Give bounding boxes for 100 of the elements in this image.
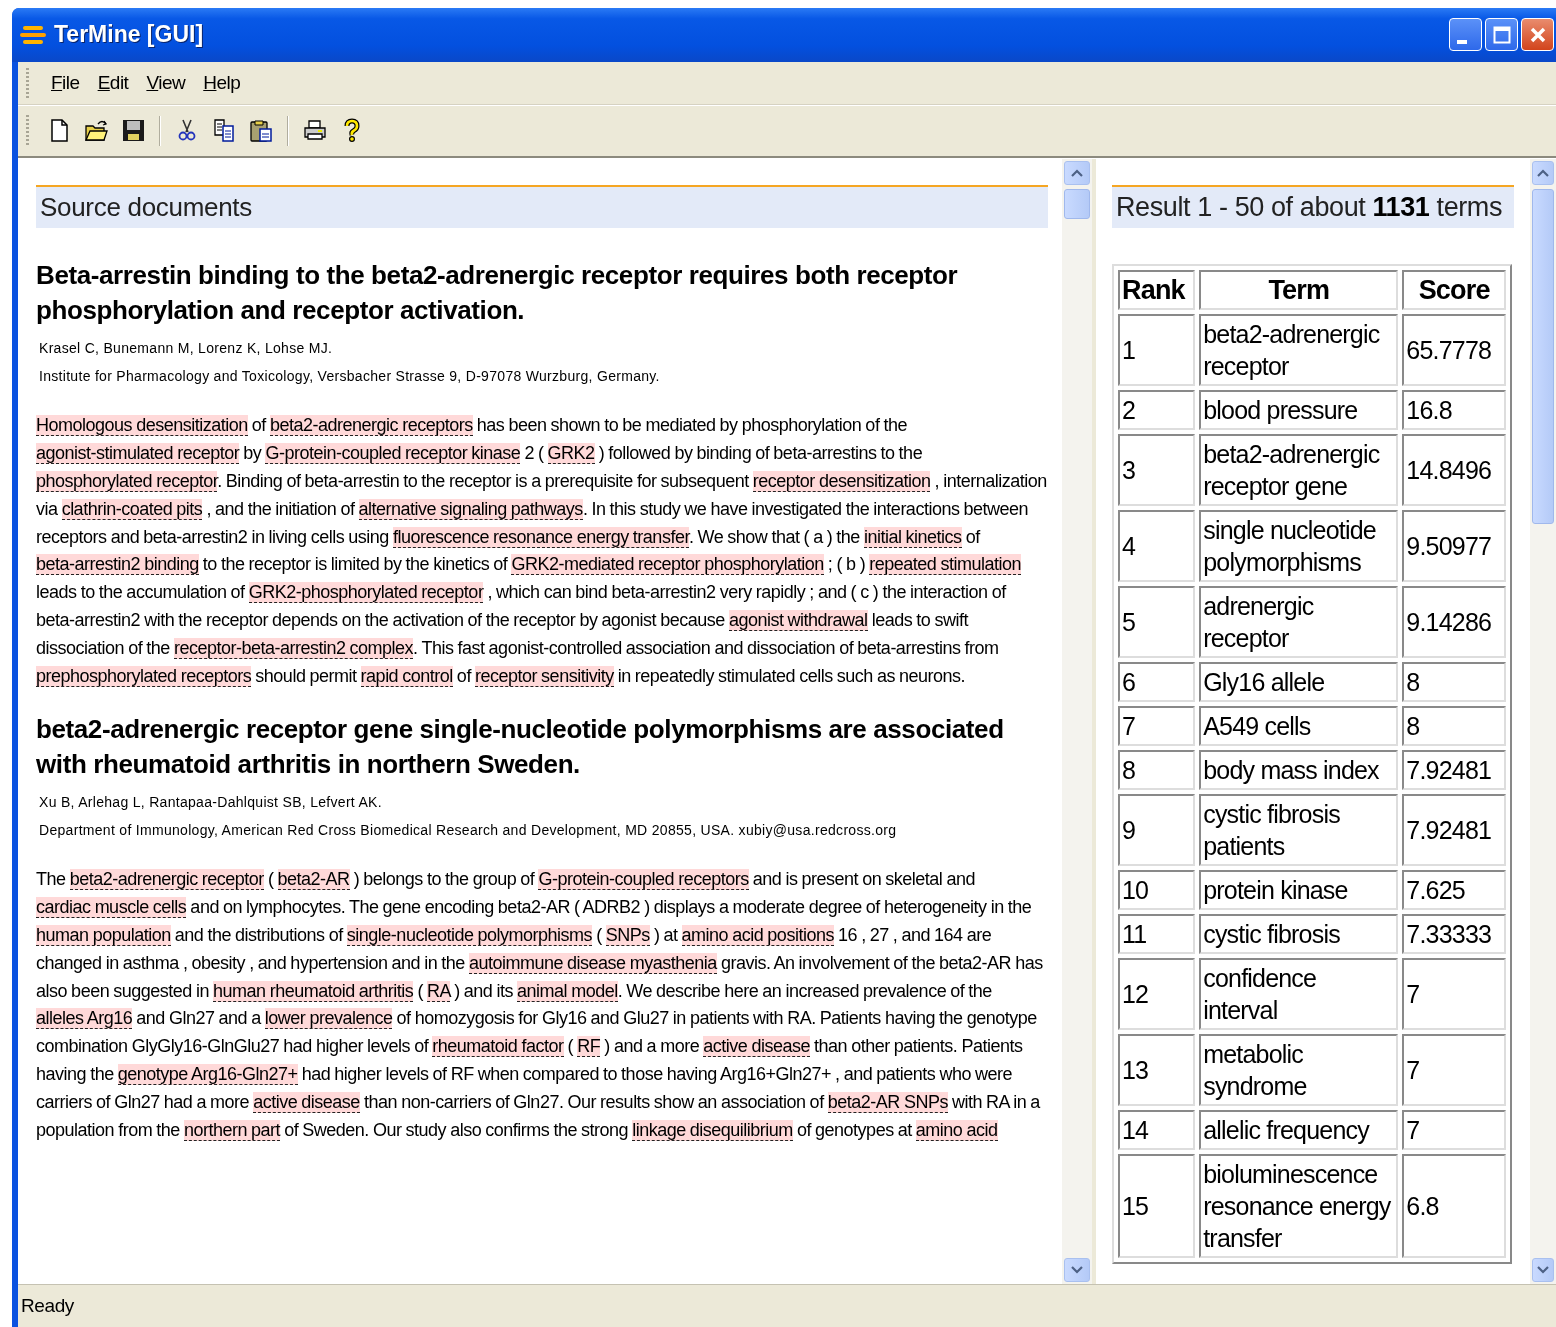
term-cell: beta2-adrenergic receptor — [1199, 314, 1399, 387]
term-cell: beta2-adrenergic receptor gene — [1199, 434, 1399, 507]
chevron-down-icon — [1537, 1266, 1549, 1275]
score-cell: 6.8 — [1402, 1154, 1506, 1259]
highlighted-term: active disease — [253, 1091, 360, 1113]
term-cell: A549 cells — [1199, 706, 1399, 747]
score-cell: 65.7778 — [1402, 314, 1506, 387]
document-authors: Krasel C, Bunemann M, Lorenz K, Lohse MJ. — [39, 339, 334, 359]
term-cell: Gly16 allele — [1199, 662, 1399, 703]
highlighted-term: G-protein-coupled receptor kinase — [265, 443, 521, 465]
rank-cell: 12 — [1118, 958, 1196, 1031]
scrollbar-thumb[interactable] — [1064, 189, 1090, 220]
term-cell: confidence interval — [1199, 958, 1399, 1031]
rank-cell: 8 — [1118, 750, 1196, 791]
highlighted-term: beta2-adrenergic receptors — [269, 415, 473, 437]
highlighted-term: SNPs — [605, 925, 650, 946]
menu-item[interactable]: View — [140, 67, 192, 98]
highlighted-term: human rheumatoid arthritis — [213, 980, 414, 1002]
rank-cell: 1 — [1118, 314, 1196, 387]
highlighted-term: genotype Arg16-Gln27+ — [117, 1064, 298, 1085]
highlighted-term: agonist-stimulated receptor — [36, 443, 240, 465]
highlighted-term: Homologous desensitization — [36, 415, 248, 437]
rank-cell: 10 — [1118, 870, 1196, 911]
clipboard-icon — [248, 118, 274, 144]
rank-cell: 13 — [1118, 1034, 1196, 1107]
highlighted-term: G-protein-coupled receptors — [538, 869, 749, 891]
score-cell: 8 — [1402, 662, 1506, 703]
highlighted-term: GRK2 — [547, 443, 595, 465]
menu-item[interactable]: File — [45, 67, 86, 98]
score-cell: 8 — [1402, 706, 1506, 747]
app-icon — [20, 23, 46, 46]
highlighted-term: animal model — [517, 980, 618, 1002]
close-button[interactable] — [1521, 18, 1554, 52]
highlighted-term: linkage disequilibrium — [632, 1119, 793, 1141]
rank-cell: 14 — [1118, 1110, 1196, 1151]
rank-cell: 4 — [1118, 510, 1196, 583]
menu-item[interactable]: Edit — [91, 67, 135, 98]
scroll-down-button[interactable] — [1064, 1258, 1090, 1283]
highlighted-term: GRK2-phosphorylated receptor — [248, 582, 484, 604]
highlighted-term: receptor desensitization — [752, 471, 931, 493]
score-cell: 7.625 — [1402, 870, 1506, 911]
highlighted-term: clathrin-coated pits — [61, 498, 203, 520]
score-cell: 7 — [1402, 1110, 1506, 1151]
status-text: Ready — [21, 1295, 74, 1318]
scroll-down-button[interactable] — [1532, 1258, 1554, 1283]
maximize-button[interactable] — [1485, 18, 1518, 52]
menu-item[interactable]: Help — [197, 67, 247, 98]
highlighted-term: beta-arrestin2 binding — [36, 554, 199, 576]
score-cell: 7.92481 — [1402, 794, 1506, 867]
score-cell: 7 — [1402, 958, 1506, 1031]
term-cell: metabolic syndrome — [1199, 1034, 1399, 1107]
rank-cell: 9 — [1118, 794, 1196, 867]
term-cell: protein kinase — [1199, 870, 1399, 911]
term-cell: single nucleotide polymorphisms — [1199, 510, 1399, 583]
column-header: Term — [1199, 270, 1399, 311]
highlighted-term: RA — [427, 980, 451, 1002]
highlighted-term: autoimmune disease myasthenia — [468, 952, 717, 974]
abstract-paragraph: Homologous desensitization of beta2-adrenergic receptors has been shown to be mediated by phosphorylation of the agonist-stimulated receptor by G-protein-coupled receptor kinase 2 ( GRK2 ) followed by binding of beta-arrestins to the phosphorylated receptor. Binding of beta-arrestin to the receptor is a prerequisite for subsequent receptor desensitization , internalization via clathrin-coated pits , and the initiation of alternative signaling pathways. In this study we have investigated the interactions between receptors and beta-arrestin2 in living cells using fluorescence resonance energy transfer. We show that ( a ) the initial kinetics of beta-arrestin2 binding to the receptor is limited by the kinetics of GRK2-mediated receptor phosphorylation ; ( b ) repeated stimulation leads to the accumulation of GRK2-phosphorylated receptor , which can bind beta-arrestin2 very rapidly ; and ( c ) the interaction of beta-arrestin2 with the receptor depends on the activation of the receptor by agonist because agonist withdrawal leads to swift dissociation of the receptor-beta-arrestin2 complex. This fast agonist-controlled association and dissociation of beta-arrestins from prephosphorylated receptors should permit rapid control of receptor sensitivity in repeatedly stimulated cells such as neurons. — [36, 414, 1048, 689]
term-cell: cystic fibrosis patients — [1199, 794, 1399, 867]
highlighted-term: beta2-AR — [277, 869, 350, 891]
scroll-up-button[interactable] — [1064, 161, 1090, 186]
highlighted-term: cardiac muscle cells — [36, 897, 187, 919]
term-cell: bioluminescence resonance energy transfer — [1199, 1154, 1399, 1259]
document-title: beta2-adrenergic receptor gene single-nucleotide polymorphisms are associated with rheumatoid arthritis in northern Sweden. — [36, 713, 1005, 782]
rank-cell: 11 — [1118, 914, 1196, 955]
term-cell: cystic fibrosis — [1199, 914, 1399, 955]
highlighted-term: amino acid — [915, 1119, 998, 1141]
highlighted-term: active disease — [703, 1036, 810, 1058]
highlighted-term: receptor-beta-arrestin2 complex — [173, 637, 414, 659]
highlighted-term: RF — [577, 1036, 601, 1058]
document-title: Beta-arrestin binding to the beta2-adrenergic receptor requires both receptor phosphorylation and receptor activation. — [36, 259, 959, 328]
rank-cell: 3 — [1118, 434, 1196, 507]
score-cell: 7 — [1402, 1034, 1506, 1107]
rank-cell: 2 — [1118, 390, 1196, 431]
window-title: TerMine [GUI] — [54, 21, 205, 49]
highlighted-term: beta2-adrenergic receptor — [69, 869, 264, 891]
highlighted-term: human population — [36, 925, 171, 946]
document-authors: Xu B, Arlehag L, Rantapaa-Dahlquist SB, Lefvert AK. — [39, 793, 383, 813]
minimize-button[interactable] — [1449, 18, 1482, 52]
highlighted-term: lower prevalence — [264, 1008, 393, 1030]
highlighted-term: single-nucleotide polymorphisms — [346, 925, 593, 946]
chevron-up-icon — [1537, 169, 1549, 178]
abstract-paragraph: The beta2-adrenergic receptor ( beta2-AR ) belongs to the group of G-protein-coupled receptors and is present on skeletal and cardiac muscle cells and on lymphocytes. The gene encoding beta2-AR ( ADRB2 ) displays a moderate degree of heterogeneity in the human population and the distributions of single-nucleotide polymorphisms ( SNPs ) at amino acid positions 16 , 27 , and 164 are changed in asthma , obesity , and hypertension and in the autoimmune disease myasthenia gravis. An involvement of the beta2-AR has also been suggested in human rheumatoid arthritis ( RA ) and its animal model. We describe here an increased prevalence of the alleles Arg16 and Gln27 and a lower prevalence of homozygosis for Gly16 and Glu27 in patients with RA. Patients having the genotype combination GlyGly16-GlnGlu27 had higher levels of rheumatoid factor ( RF ) and a more active disease than other patients. Patients having the genotype Arg16-Gln27+ had higher levels of RF when compared to those having Arg16+Gln27+ , and patients who were carriers of Gln27 had a more active disease than non-carriers of Gln27. Our results show an association of beta2-AR SNPs with RA in a population from the northern part of Sweden. Our study also confirms the strong linkage disequilibrium of genotypes at amino acid — [36, 868, 1044, 1143]
highlighted-term: phosphorylated receptor — [36, 471, 218, 493]
column-header: Rank — [1118, 270, 1196, 311]
highlighted-term: northern part — [183, 1119, 281, 1141]
minimize-icon — [1457, 40, 1467, 45]
score-cell: 7.33333 — [1402, 914, 1506, 955]
term-cell: body mass index — [1199, 750, 1399, 791]
score-cell: 9.50977 — [1402, 510, 1506, 583]
scroll-up-button[interactable] — [1532, 161, 1554, 186]
highlighted-term: alleles Arg16 — [36, 1008, 133, 1030]
document-affiliation: Institute for Pharmacology and Toxicology, Versbacher Strasse 9, D-97078 Wurzburg, Germany. — [39, 367, 661, 387]
results-summary: Result 1 - 50 of about 1131 terms — [1112, 185, 1514, 229]
score-cell: 9.14286 — [1402, 586, 1506, 659]
panel-heading: Source documents — [36, 185, 1048, 229]
scrollbar-thumb[interactable] — [1532, 189, 1554, 525]
maximize-icon — [1491, 24, 1512, 45]
highlighted-term: receptor sensitivity — [475, 665, 614, 687]
highlighted-term: initial kinetics — [863, 526, 962, 548]
